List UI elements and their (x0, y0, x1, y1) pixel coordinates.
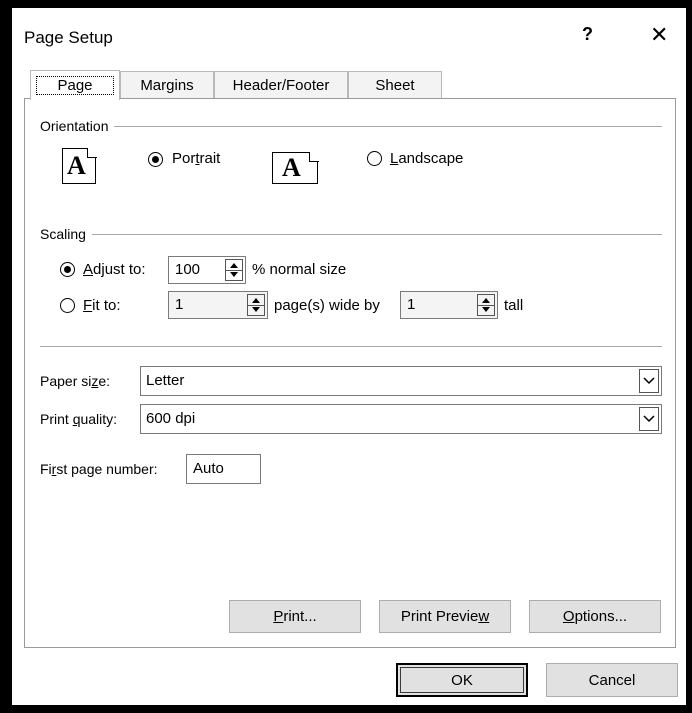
adjust-suffix-label: % normal size (252, 261, 347, 278)
options-button[interactable]: Options... (529, 600, 661, 633)
scaling-group-label: Scaling (40, 226, 92, 242)
fit-wide-suffix-label: page(s) wide by (274, 297, 380, 314)
fit-to-radio[interactable] (60, 298, 75, 313)
first-page-number-label: First page number: (40, 461, 158, 477)
print-button-label: Print... (273, 608, 317, 625)
tab-sheet[interactable]: Sheet (348, 71, 442, 98)
print-quality-dropdown-icon[interactable] (639, 407, 659, 431)
paper-size-select[interactable]: Letter (140, 366, 662, 396)
adjust-spinner-arrows[interactable] (225, 259, 243, 281)
tab-margins[interactable]: Margins (120, 71, 214, 98)
options-button-label: Options... (562, 608, 628, 625)
adjust-percent-spinner[interactable]: 100 (168, 256, 246, 284)
scaling-divider (40, 234, 662, 235)
fit-tall-suffix-label: tall (504, 297, 524, 314)
title-bar: Page Setup ? ✕ (12, 8, 686, 60)
fit-wide-value: 1 (175, 296, 184, 313)
adjust-percent-value: 100 (175, 261, 201, 278)
first-page-number-input[interactable]: Auto (186, 454, 261, 484)
ok-button-label: OK (451, 671, 473, 689)
tab-sheet-label: Sheet (375, 76, 415, 94)
portrait-icon-letter: A (67, 151, 86, 180)
paper-size-dropdown-icon[interactable] (639, 369, 659, 393)
orientation-divider (40, 126, 662, 127)
landscape-radio[interactable] (367, 151, 382, 166)
orientation-group-label: Orientation (40, 118, 115, 134)
landscape-page-icon: A (272, 151, 319, 184)
fit-tall-spinner-arrows[interactable] (477, 294, 495, 316)
close-button[interactable]: ✕ (650, 22, 668, 48)
print-preview-button[interactable]: Print Preview (379, 600, 511, 633)
fit-wide-spinner[interactable]: 1 (168, 291, 268, 319)
portrait-label: Portrait (172, 150, 221, 167)
cancel-button-label: Cancel (588, 671, 636, 689)
paper-size-label: Paper size: (40, 373, 111, 389)
print-button[interactable]: Print... (229, 600, 361, 633)
help-button[interactable]: ? (582, 24, 593, 45)
cancel-button[interactable]: Cancel (546, 663, 678, 697)
landscape-label: Landscape (390, 150, 464, 167)
portrait-page-icon: A (62, 147, 97, 184)
fit-tall-spinner[interactable]: 1 (400, 291, 498, 319)
fit-tall-value: 1 (407, 296, 416, 313)
adjust-to-radio[interactable] (60, 262, 75, 277)
print-preview-button-label: Print Preview (400, 608, 490, 625)
portrait-radio[interactable] (148, 152, 163, 167)
fit-wide-spinner-arrows[interactable] (247, 294, 265, 316)
tab-page[interactable]: Page (30, 70, 120, 100)
print-quality-label: Print quality: (40, 411, 118, 427)
tab-header-footer-label: Header/Footer (232, 76, 330, 94)
print-quality-value: 600 dpi (146, 410, 196, 427)
paper-size-value: Letter (146, 372, 185, 389)
tab-page-label: Page (36, 76, 114, 95)
ok-button[interactable]: OK (396, 663, 528, 697)
first-page-number-value: Auto (193, 460, 224, 477)
fit-to-label: Fit to: (83, 297, 121, 314)
tab-header-footer[interactable]: Header/Footer (214, 71, 348, 98)
tab-margins-label: Margins (140, 76, 194, 94)
landscape-icon-letter: A (282, 153, 301, 182)
adjust-to-label: Adjust to: (83, 261, 146, 278)
dialog-title: Page Setup (24, 28, 113, 47)
paper-divider (40, 346, 662, 347)
print-quality-select[interactable]: 600 dpi (140, 404, 662, 434)
